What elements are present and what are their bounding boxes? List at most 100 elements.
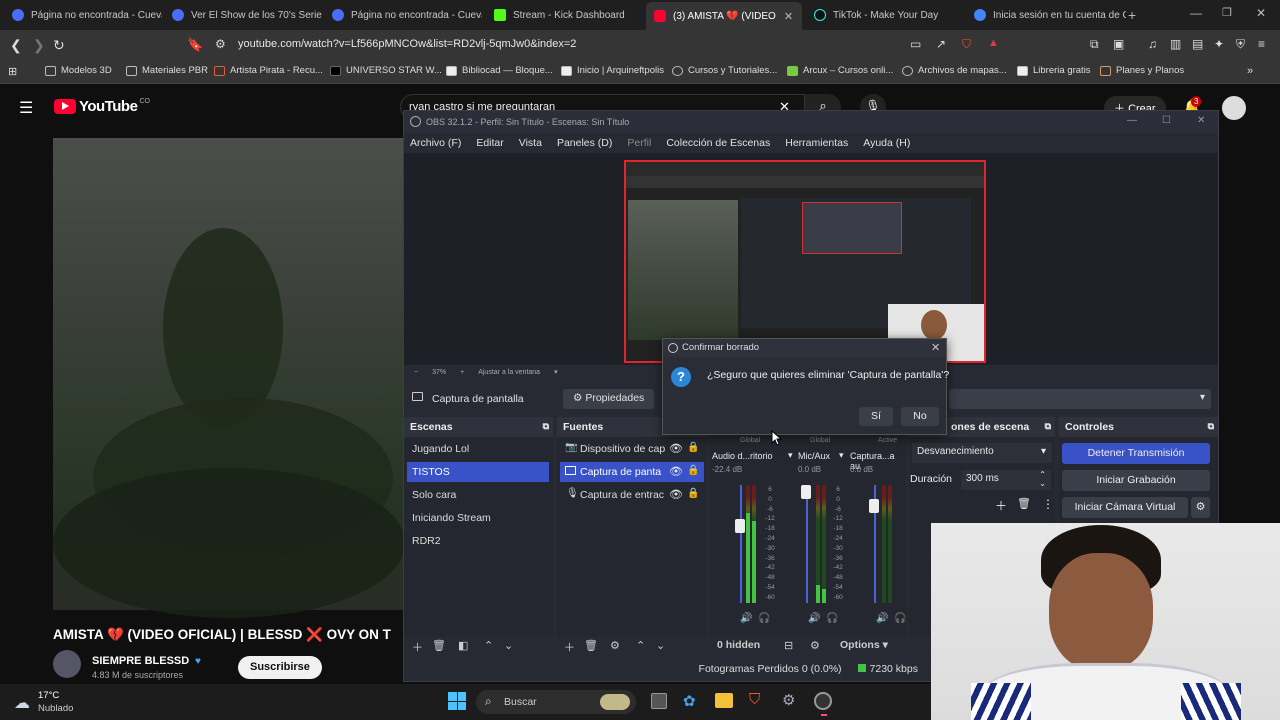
- file-explorer-icon[interactable]: [715, 693, 733, 708]
- move-down-icon[interactable]: ⌄: [504, 639, 513, 655]
- settings-icon[interactable]: ⚙: [782, 691, 795, 709]
- minimize-icon[interactable]: —: [1190, 6, 1202, 20]
- bookmark-icon[interactable]: 🔖: [187, 37, 203, 53]
- scene-item[interactable]: Solo cara: [407, 485, 549, 505]
- brave-rewards-icon[interactable]: ▲: [988, 37, 999, 49]
- zoom-out-icon[interactable]: −: [414, 369, 418, 376]
- scene-item[interactable]: Jugando Lol: [407, 439, 549, 459]
- menu-profile[interactable]: Perfil: [627, 137, 651, 149]
- source-toolbar-select[interactable]: ▾: [949, 389, 1211, 409]
- close-tab-icon[interactable]: ✕: [784, 10, 793, 23]
- add-transition-icon[interactable]: ＋: [995, 497, 1007, 514]
- mixer-layout-icon[interactable]: ⊟: [784, 639, 793, 655]
- brave-shield-icon[interactable]: ⛉: [962, 37, 971, 52]
- new-tab-icon[interactable]: +: [1128, 7, 1136, 23]
- browser-tab[interactable]: Página no encontrada - Cuevan: [324, 4, 482, 26]
- channel-avatar[interactable]: [53, 650, 81, 678]
- lock-icon[interactable]: 🔒: [687, 465, 699, 476]
- avatar[interactable]: [1222, 96, 1246, 120]
- zoom-in-icon[interactable]: +: [460, 369, 464, 376]
- browser-tab[interactable]: Stream - Kick Dashboard: [486, 4, 644, 26]
- minimize-icon[interactable]: —: [1127, 115, 1137, 126]
- close-window-icon[interactable]: ✕: [1256, 6, 1266, 20]
- brave-browser-icon[interactable]: ⛉: [749, 691, 760, 708]
- browser-tab-active[interactable]: (3) AMISTA 💔 (VIDEO ✕: [646, 2, 802, 30]
- channel-name[interactable]: SIEMPRE BLESSD: [92, 655, 189, 667]
- screenshot-icon[interactable]: ▣: [1113, 37, 1124, 51]
- weather-temp[interactable]: 17°C: [38, 690, 59, 701]
- browser-tab[interactable]: Ver El Show de los 70's Serie C: [164, 4, 322, 26]
- transition-select[interactable]: Desvanecimiento ▾: [912, 443, 1052, 463]
- volume-slider-handle[interactable]: [801, 485, 811, 499]
- add-scene-icon[interactable]: ＋: [412, 639, 423, 655]
- obs-preview[interactable]: [404, 153, 1218, 365]
- more-bookmarks-icon[interactable]: »: [1247, 65, 1253, 77]
- menu-icon[interactable]: ≡: [1258, 37, 1265, 51]
- visibility-eye-icon[interactable]: 👁: [669, 465, 683, 478]
- start-virtual-camera-button[interactable]: Iniciar Cámara Virtual: [1062, 497, 1188, 518]
- taskbar-search[interactable]: ⌕ Buscar: [476, 690, 636, 714]
- windows-start-icon[interactable]: [448, 692, 466, 710]
- stepper-icon[interactable]: ⌃ ⌄: [1039, 470, 1046, 488]
- bookmark-item[interactable]: Archivos de mapas...: [902, 65, 1007, 76]
- menu-view[interactable]: Vista: [519, 137, 542, 149]
- bookmark-item[interactable]: Arcux – Cursos onli...: [787, 65, 893, 76]
- close-icon[interactable]: ✕: [1197, 115, 1205, 126]
- scene-filters-icon[interactable]: ◧: [458, 639, 468, 655]
- start-recording-button[interactable]: Iniciar Grabación: [1062, 470, 1210, 491]
- maximize-icon[interactable]: ☐: [1162, 115, 1171, 126]
- bookmark-item[interactable]: Libreria gratis: [1017, 65, 1091, 76]
- browser-tab[interactable]: Página no encontrada - Cuevan: [4, 4, 162, 26]
- forward-icon[interactable]: ❯: [33, 37, 45, 54]
- yes-button[interactable]: Sí: [859, 407, 893, 426]
- video-player[interactable]: [53, 138, 405, 618]
- bookmark-item[interactable]: Cursos y Tutoriales...: [672, 65, 777, 76]
- bookmark-item[interactable]: Inicio | Arquineftpolis: [561, 65, 664, 76]
- move-down-icon[interactable]: ⌄: [656, 639, 665, 655]
- speaker-icon[interactable]: 🔊: [876, 613, 888, 624]
- task-view-icon[interactable]: [651, 693, 667, 709]
- headphones-icon[interactable]: 🎧: [894, 613, 906, 624]
- volume-slider-handle[interactable]: [869, 499, 879, 513]
- headphones-icon[interactable]: 🎧: [758, 613, 770, 624]
- menu-edit[interactable]: Editar: [476, 137, 503, 149]
- headphones-icon[interactable]: 🎧: [826, 613, 838, 624]
- lock-icon[interactable]: 🔒: [687, 442, 699, 453]
- site-info-icon[interactable]: ⚙: [215, 37, 226, 51]
- scene-item-selected[interactable]: TISTOS: [407, 462, 549, 482]
- vpn-icon[interactable]: ⛨: [1236, 37, 1245, 52]
- zoom-level[interactable]: 37%: [432, 369, 446, 376]
- stop-streaming-button[interactable]: Detener Transmisión: [1062, 443, 1210, 464]
- bookmark-item[interactable]: Materiales PBR: [126, 65, 208, 76]
- browser-tab[interactable]: Inicia sesión en tu cuenta de C: [966, 4, 1126, 26]
- browser-tab[interactable]: TikTok - Make Your Day: [806, 4, 964, 26]
- speaker-icon[interactable]: 🔊: [740, 613, 752, 624]
- bookmark-item[interactable]: Planes y Planos: [1100, 65, 1184, 76]
- more-options-icon[interactable]: ⋮: [1042, 497, 1054, 511]
- hamburger-menu-icon[interactable]: ☰: [19, 98, 33, 118]
- move-up-icon[interactable]: ⌃: [484, 639, 493, 655]
- menu-file[interactable]: Archivo (F): [410, 137, 461, 149]
- subscribe-button[interactable]: Suscribirse: [238, 656, 322, 679]
- move-up-icon[interactable]: ⌃: [636, 639, 645, 655]
- close-dialog-icon[interactable]: ✕: [931, 341, 940, 354]
- delete-source-icon[interactable]: 🗑: [584, 639, 598, 655]
- visibility-eye-icon[interactable]: 👁: [669, 442, 683, 455]
- virtual-camera-settings-icon[interactable]: ⚙: [1191, 497, 1210, 518]
- fit-window-select[interactable]: Ajustar a la ventana: [478, 369, 540, 376]
- bookmark-item[interactable]: UNIVERSO STAR W...: [330, 65, 442, 76]
- volume-slider-handle[interactable]: [735, 519, 745, 533]
- cast-icon[interactable]: ▭: [910, 37, 921, 51]
- add-source-icon[interactable]: ＋: [564, 639, 575, 655]
- url-field[interactable]: youtube.com/watch?v=Lf566pMNCOw&list=RD2…: [238, 38, 576, 50]
- properties-button[interactable]: ⚙ Propiedades: [563, 389, 655, 409]
- maximize-icon[interactable]: ❐: [1222, 6, 1232, 19]
- dock-undock-icon[interactable]: ⧉: [543, 421, 549, 432]
- extensions-icon[interactable]: ⧉: [1090, 37, 1099, 52]
- duration-input[interactable]: 300 ms ⌃ ⌄: [961, 470, 1051, 490]
- bookmark-item[interactable]: Modelos 3D: [45, 65, 112, 76]
- source-properties-icon[interactable]: ⚙: [610, 639, 620, 655]
- back-icon[interactable]: ❮: [10, 37, 22, 54]
- wallet-icon[interactable]: ▤: [1192, 37, 1203, 51]
- obs-taskbar-icon[interactable]: [814, 692, 832, 710]
